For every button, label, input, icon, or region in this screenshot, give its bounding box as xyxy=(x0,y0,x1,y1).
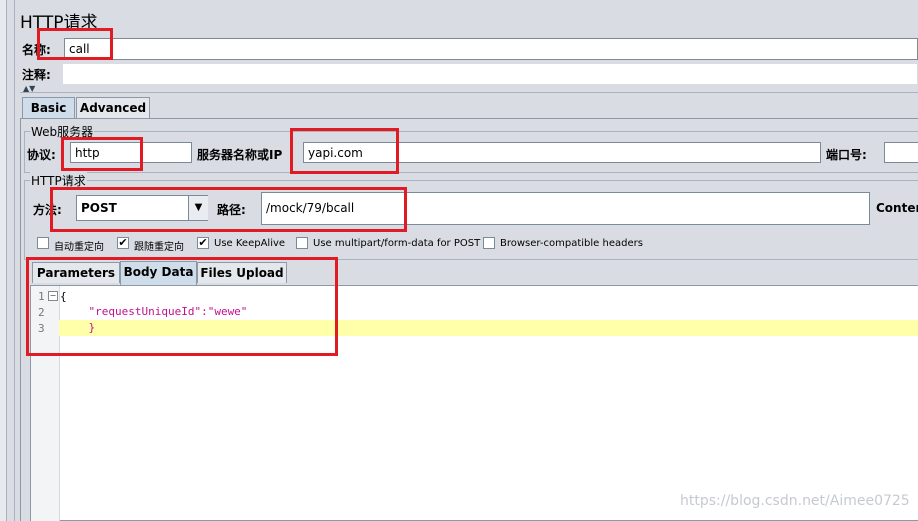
splitter[interactable] xyxy=(20,92,918,93)
annotation-box-body-data xyxy=(26,257,338,356)
browser-headers-label: Browser-compatible headers xyxy=(500,238,643,249)
keepalive-checkbox[interactable]: ✔ xyxy=(197,237,209,249)
left-border-inner xyxy=(14,0,15,521)
comment-input[interactable] xyxy=(62,63,918,85)
port-label: 端口号: xyxy=(826,148,867,162)
auto-redirect-label: 自动重定向 xyxy=(54,242,104,253)
follow-redirect-label: 跟随重定向 xyxy=(134,242,184,253)
annotation-box-name xyxy=(37,28,113,60)
port-input[interactable] xyxy=(884,142,918,163)
follow-redirect-checkbox[interactable]: ✔ xyxy=(117,237,129,249)
browser-headers-checkbox[interactable] xyxy=(483,237,495,249)
comment-label: 注释: xyxy=(22,68,51,82)
left-border xyxy=(0,0,7,521)
multipart-label: Use multipart/form-data for POST xyxy=(313,238,481,249)
annotation-box-method-path xyxy=(50,187,407,232)
annotation-box-protocol xyxy=(61,137,143,171)
protocol-label: 协议: xyxy=(27,148,56,162)
name-input[interactable]: call xyxy=(64,38,918,60)
annotation-box-server xyxy=(290,128,399,174)
watermark: https://blog.csdn.net/Aimee0725 xyxy=(680,493,910,509)
tab-advanced[interactable]: Advanced xyxy=(76,97,150,118)
auto-redirect-checkbox[interactable] xyxy=(37,237,49,249)
tab-basic[interactable]: Basic xyxy=(22,97,75,119)
content-label: Content xyxy=(876,201,918,215)
keepalive-label: Use KeepAlive xyxy=(214,238,286,249)
multipart-checkbox[interactable] xyxy=(296,237,308,249)
server-label: 服务器名称或IP xyxy=(197,148,283,162)
